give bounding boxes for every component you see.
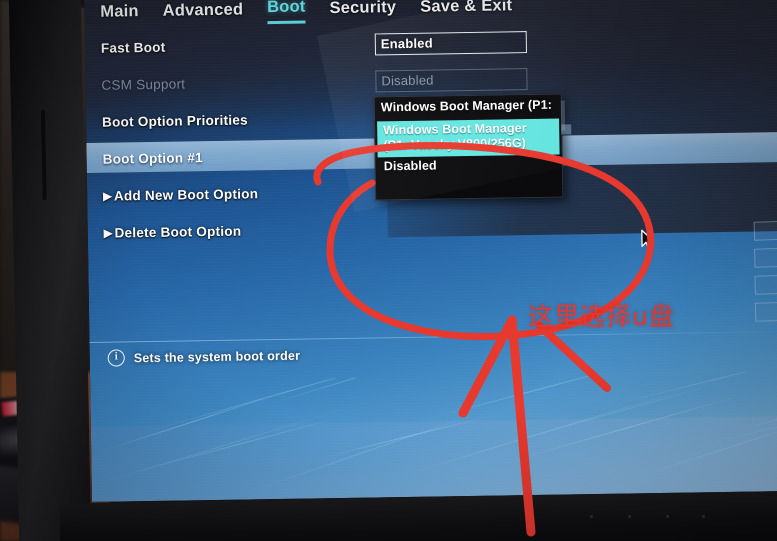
- menu-tab-security[interactable]: Security: [329, 0, 396, 22]
- photo-of-monitor: Main Advanced Boot Security Save & Exit Fast…: [0, 0, 777, 541]
- help-key-box: [753, 220, 777, 241]
- light-streak: [321, 414, 497, 459]
- row-value-box[interactable]: Disabled: [375, 67, 528, 92]
- wallpaper-light-streaks: [90, 370, 777, 502]
- light-streak: [241, 409, 489, 495]
- dropdown-option[interactable]: Windows Boot Manager (P1: Vaseky V800/25…: [377, 118, 560, 157]
- annotation-note-text: 这里选择u盘: [528, 302, 675, 331]
- monitor-bezel-left: [8, 0, 92, 541]
- boot-option-dropdown[interactable]: Windows Boot Manager (P1: Windows Boot M…: [373, 93, 572, 201]
- light-streak: [610, 370, 777, 406]
- dropdown-current-value: Windows Boot Manager (P1:: [374, 94, 561, 119]
- menu-tab-save-exit[interactable]: Save & Exit: [420, 0, 512, 20]
- light-streak: [131, 415, 345, 474]
- menu-tab-boot[interactable]: Boot: [266, 0, 306, 25]
- help-key-box: [754, 301, 777, 322]
- bezel-dot: [628, 515, 631, 518]
- submenu-arrow-icon: ▶: [103, 227, 113, 240]
- row-label: Boot Option Priorities: [101, 112, 248, 130]
- light-streak: [691, 401, 777, 448]
- row-label-text: Add New Boot Option: [113, 186, 259, 204]
- submenu-arrow-icon: ▶: [103, 190, 113, 203]
- bezel-dot: [590, 515, 593, 518]
- light-streak: [101, 392, 283, 452]
- dropdown-option[interactable]: Disabled: [378, 154, 560, 177]
- menu-tab-main[interactable]: Main: [100, 0, 139, 25]
- row-label: ▶ Delete Boot Option: [104, 224, 242, 241]
- row-label: CSM Support: [101, 76, 186, 93]
- bezel-dot: [666, 515, 669, 518]
- light-streak: [740, 392, 777, 430]
- row-label-text: Delete Boot Option: [114, 223, 242, 241]
- row-value-box[interactable]: Enabled: [374, 30, 528, 55]
- bios-help-row: i Sets the system boot order: [107, 347, 301, 367]
- dropdown-option-list[interactable]: Windows Boot Manager (P1: Vaseky V800/25…: [375, 115, 563, 200]
- light-streak: [511, 394, 743, 462]
- menu-tab-advanced[interactable]: Advanced: [163, 0, 244, 24]
- bezel-seam: [40, 110, 47, 201]
- bezel-dot: [702, 515, 705, 518]
- info-icon: i: [107, 349, 125, 367]
- row-label: Fast Boot: [100, 39, 166, 56]
- bios-help-key-boxes: [753, 220, 777, 330]
- help-key-box: [754, 274, 777, 295]
- mouse-cursor-icon: [641, 229, 655, 249]
- help-key-box: [753, 247, 777, 268]
- help-text: Sets the system boot order: [133, 348, 301, 365]
- row-label: Boot Option #1: [102, 150, 203, 167]
- monitor-indicator-dots: [590, 515, 710, 519]
- monitor-screen: Main Advanced Boot Security Save & Exit Fast…: [84, 0, 777, 502]
- row-label: ▶ Add New Boot Option: [103, 186, 258, 203]
